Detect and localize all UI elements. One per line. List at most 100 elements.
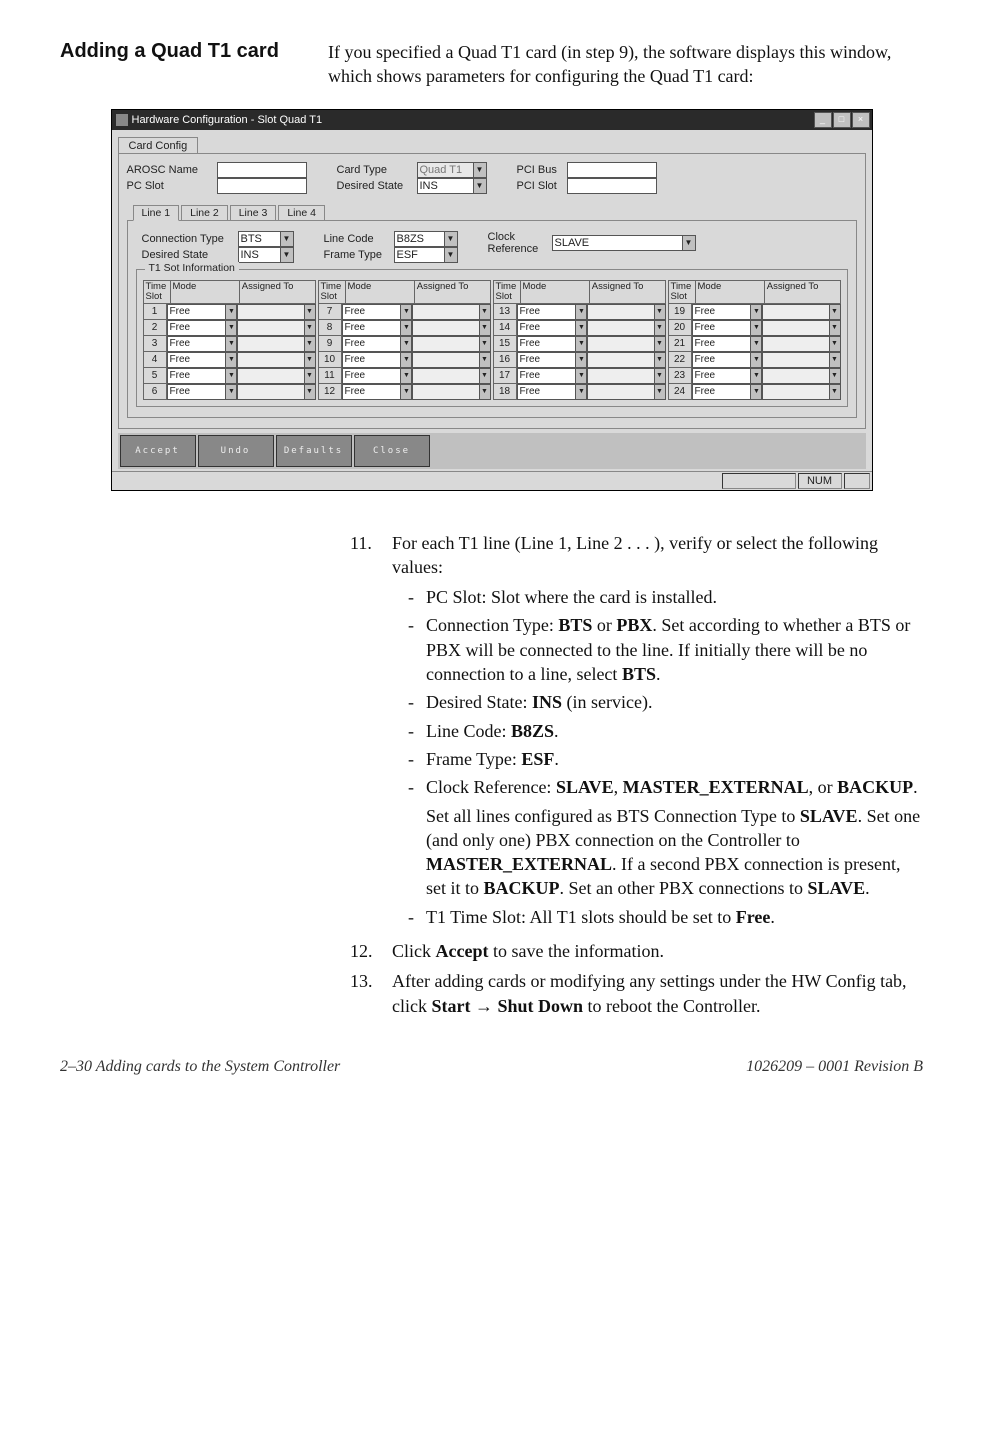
select-assigned-to: ▼	[587, 368, 665, 384]
select-mode[interactable]: Free▼	[167, 368, 238, 384]
sub-item: -Desired State: INS (in service).	[408, 690, 923, 714]
select-mode[interactable]: Free▼	[342, 304, 413, 320]
chevron-down-icon[interactable]: ▼	[473, 178, 487, 194]
chevron-down-icon[interactable]: ▼	[444, 247, 458, 263]
select-mode[interactable]: Free▼	[167, 336, 238, 352]
chevron-down-icon[interactable]: ▼	[225, 384, 237, 400]
timeslot-number: 4	[143, 352, 167, 368]
input-pci-slot[interactable]	[567, 178, 657, 194]
select-assigned-to: ▼	[762, 336, 840, 352]
tab-line-1[interactable]: Line 1	[133, 205, 180, 221]
tab-line-2[interactable]: Line 2	[181, 205, 228, 221]
input-pc-slot[interactable]	[217, 178, 307, 194]
select-mode[interactable]: Free▼	[517, 336, 588, 352]
timeslot-number: 17	[493, 368, 517, 384]
chevron-down-icon[interactable]: ▼	[575, 352, 587, 368]
chevron-down-icon[interactable]: ▼	[750, 368, 762, 384]
select-mode[interactable]: Free▼	[692, 336, 763, 352]
select-mode[interactable]: Free▼	[692, 320, 763, 336]
accept-button[interactable]: Accept	[120, 435, 196, 467]
select-mode[interactable]: Free▼	[517, 368, 588, 384]
chevron-down-icon[interactable]: ▼	[400, 320, 412, 336]
chevron-down-icon[interactable]: ▼	[575, 384, 587, 400]
select-desired-state-line[interactable]: INS▼	[238, 247, 294, 263]
select-mode[interactable]: Free▼	[167, 352, 238, 368]
select-mode[interactable]: Free▼	[692, 384, 763, 400]
tab-line-4[interactable]: Line 4	[278, 205, 325, 221]
select-mode[interactable]: Free▼	[167, 320, 238, 336]
select-frame-type[interactable]: ESF▼	[394, 247, 458, 263]
chevron-down-icon[interactable]: ▼	[444, 231, 458, 247]
chevron-down-icon[interactable]: ▼	[400, 368, 412, 384]
select-mode[interactable]: Free▼	[342, 384, 413, 400]
select-mode[interactable]: Free▼	[342, 352, 413, 368]
chevron-down-icon[interactable]: ▼	[750, 304, 762, 320]
dash-icon: -	[408, 775, 426, 900]
chevron-down-icon[interactable]: ▼	[400, 384, 412, 400]
chevron-down-icon[interactable]: ▼	[280, 247, 294, 263]
timeslot-number: 12	[318, 384, 342, 400]
step-item: 13.After adding cards or modifying any s…	[350, 969, 923, 1018]
chevron-down-icon[interactable]: ▼	[750, 384, 762, 400]
timeslot-number: 10	[318, 352, 342, 368]
select-connection-type[interactable]: BTS▼	[238, 231, 294, 247]
select-mode[interactable]: Free▼	[517, 304, 588, 320]
chevron-down-icon[interactable]: ▼	[575, 320, 587, 336]
select-assigned-to: ▼	[587, 384, 665, 400]
slot-row: 13Free▼▼	[493, 304, 666, 320]
chevron-down-icon[interactable]: ▼	[225, 336, 237, 352]
select-mode[interactable]: Free▼	[517, 320, 588, 336]
select-mode[interactable]: Free▼	[342, 320, 413, 336]
chevron-down-icon[interactable]: ▼	[225, 368, 237, 384]
select-desired-state-top[interactable]: INS▼	[417, 178, 487, 194]
close-button[interactable]: Close	[354, 435, 430, 467]
chevron-down-icon[interactable]: ▼	[225, 320, 237, 336]
minimize-button[interactable]: _	[814, 112, 832, 128]
chevron-down-icon[interactable]: ▼	[400, 336, 412, 352]
section-heading: Adding a Quad T1 card	[60, 40, 300, 89]
tab-line-3[interactable]: Line 3	[230, 205, 277, 221]
defaults-button[interactable]: Defaults	[276, 435, 352, 467]
col-header-assigned: Assigned To	[240, 281, 315, 303]
slot-row: 17Free▼▼	[493, 368, 666, 384]
select-line-code[interactable]: B8ZS▼	[394, 231, 458, 247]
col-header-assigned: Assigned To	[415, 281, 490, 303]
select-mode[interactable]: Free▼	[692, 368, 763, 384]
chevron-down-icon[interactable]: ▼	[750, 336, 762, 352]
chevron-down-icon[interactable]: ▼	[575, 304, 587, 320]
input-pci-bus[interactable]	[567, 162, 657, 178]
chevron-down-icon[interactable]: ▼	[682, 235, 696, 251]
chevron-down-icon[interactable]: ▼	[575, 336, 587, 352]
select-clock-reference[interactable]: SLAVE▼	[552, 235, 696, 251]
select-mode[interactable]: Free▼	[517, 352, 588, 368]
chevron-down-icon[interactable]: ▼	[400, 304, 412, 320]
select-mode[interactable]: Free▼	[517, 384, 588, 400]
select-mode[interactable]: Free▼	[692, 304, 763, 320]
chevron-down-icon[interactable]: ▼	[400, 352, 412, 368]
chevron-down-icon[interactable]: ▼	[280, 231, 294, 247]
undo-button[interactable]: Undo	[198, 435, 274, 467]
chevron-down-icon[interactable]: ▼	[225, 352, 237, 368]
timeslot-number: 23	[668, 368, 692, 384]
close-button[interactable]: ×	[852, 112, 870, 128]
maximize-button[interactable]: □	[833, 112, 851, 128]
sub-item: -Line Code: B8ZS.	[408, 719, 923, 743]
dash-icon: -	[408, 747, 426, 771]
chevron-down-icon[interactable]: ▼	[575, 368, 587, 384]
step-number: 12.	[350, 939, 392, 963]
select-mode[interactable]: Free▼	[342, 336, 413, 352]
select-mode[interactable]: Free▼	[167, 384, 238, 400]
chevron-down-icon[interactable]: ▼	[750, 320, 762, 336]
label-pci-bus: PCI Bus	[517, 164, 567, 176]
window-title: Hardware Configuration - Slot Quad T1	[132, 114, 323, 126]
select-mode[interactable]: Free▼	[692, 352, 763, 368]
tab-card-config[interactable]: Card Config	[118, 137, 199, 154]
col-header-assigned: Assigned To	[765, 281, 840, 303]
select-mode[interactable]: Free▼	[342, 368, 413, 384]
footer-right: 1026209 – 0001 Revision B	[746, 1058, 923, 1076]
input-arosc-name[interactable]	[217, 162, 307, 178]
chevron-down-icon[interactable]: ▼	[750, 352, 762, 368]
select-mode[interactable]: Free▼	[167, 304, 238, 320]
slot-row: 21Free▼▼	[668, 336, 841, 352]
chevron-down-icon[interactable]: ▼	[225, 304, 237, 320]
